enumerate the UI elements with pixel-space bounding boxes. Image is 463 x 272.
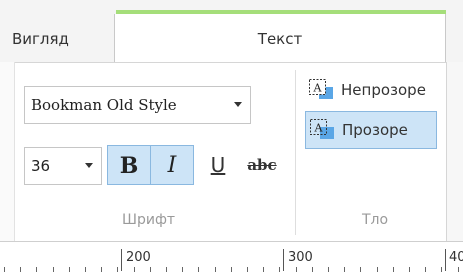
- ruler-minor-tick: [20, 267, 21, 272]
- ruler-minor-tick: [247, 267, 248, 272]
- bold-label: B: [119, 153, 139, 179]
- ribbon-tab-bar: Вигляд Текст: [0, 0, 463, 66]
- transparent-text-icon: A: [310, 119, 334, 139]
- transparent-label: Прозоре: [342, 121, 408, 139]
- ruler-minor-tick: [53, 267, 54, 272]
- ruler-label: 200: [126, 250, 151, 265]
- ruler-minor-tick: [101, 267, 102, 272]
- ruler-minor-tick: [312, 267, 313, 272]
- tab-text-label: Текст: [257, 30, 303, 48]
- group-divider: [295, 70, 296, 235]
- ruler-minor-tick: [150, 267, 151, 272]
- ruler-label: 300: [288, 250, 313, 265]
- tab-view-label: Вигляд: [12, 30, 69, 48]
- ruler-minor-tick: [458, 267, 459, 272]
- transparent-background-button[interactable]: A Прозоре: [305, 111, 437, 149]
- opaque-background-button[interactable]: A Непрозоре: [305, 72, 450, 110]
- italic-label: I: [167, 153, 177, 178]
- ruler-minor-tick: [166, 267, 167, 272]
- font-size-select[interactable]: 36: [24, 147, 102, 185]
- svg-text:A: A: [313, 82, 323, 95]
- font-size-value: 36: [31, 157, 51, 175]
- opaque-label: Непрозоре: [341, 81, 426, 99]
- tab-text[interactable]: Текст: [114, 14, 446, 66]
- ruler-minor-tick: [117, 267, 118, 272]
- font-group-label: Шрифт: [122, 212, 176, 228]
- ruler-major-tick: [445, 249, 446, 271]
- ruler-minor-tick: [4, 267, 5, 272]
- ruler-minor-tick: [328, 267, 329, 272]
- ruler-minor-tick: [69, 267, 70, 272]
- ruler-minor-tick: [279, 267, 280, 272]
- ruler-minor-tick: [296, 267, 297, 272]
- tab-view[interactable]: Вигляд: [0, 14, 114, 62]
- strikethrough-label: abc: [247, 156, 277, 174]
- italic-button[interactable]: I: [150, 145, 194, 185]
- font-family-value: Bookman Old Style: [31, 96, 177, 114]
- ruler-minor-tick: [360, 267, 361, 272]
- chevron-down-icon: [234, 102, 242, 107]
- svg-text:A: A: [314, 122, 324, 135]
- bold-button[interactable]: B: [107, 145, 151, 185]
- ruler-minor-tick: [85, 267, 86, 272]
- ruler-minor-tick: [344, 267, 345, 272]
- ruler-minor-tick: [198, 267, 199, 272]
- underline-label: U: [210, 153, 226, 177]
- underline-button[interactable]: U: [200, 145, 236, 185]
- ruler-minor-tick: [425, 267, 426, 272]
- strikethrough-button[interactable]: abc: [240, 145, 284, 185]
- ribbon-left-gutter: [0, 62, 15, 241]
- ruler-minor-tick: [36, 267, 37, 272]
- font-family-select[interactable]: Bookman Old Style: [24, 86, 251, 124]
- background-group-label: Тло: [362, 212, 389, 228]
- ruler-minor-tick: [231, 267, 232, 272]
- ruler-major-tick: [283, 249, 284, 271]
- ruler-major-tick: [121, 249, 122, 271]
- ruler-label: 40: [449, 250, 463, 265]
- chevron-down-icon: [85, 163, 93, 168]
- horizontal-ruler: 200 300 40: [0, 241, 463, 272]
- ruler-minor-tick: [409, 267, 410, 272]
- opaque-text-icon: A: [309, 79, 333, 99]
- ruler-minor-tick: [441, 267, 442, 272]
- ruler-minor-tick: [182, 267, 183, 272]
- ruler-minor-tick: [377, 267, 378, 272]
- ruler-minor-tick: [134, 267, 135, 272]
- ruler-minor-tick: [263, 267, 264, 272]
- ruler-minor-tick: [215, 267, 216, 272]
- ruler-minor-tick: [393, 267, 394, 272]
